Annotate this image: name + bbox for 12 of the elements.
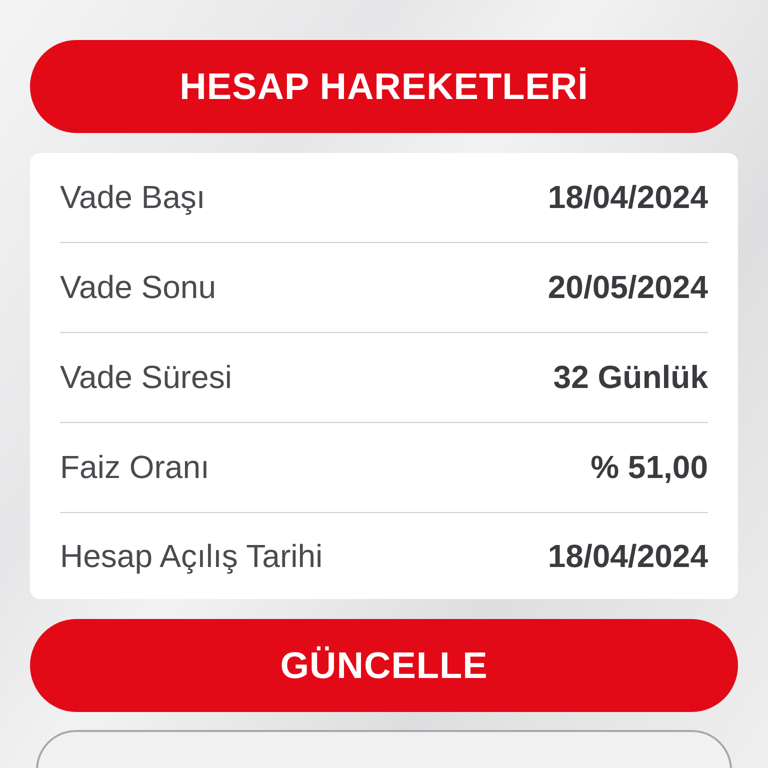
detail-label: Vade Başı [60,179,206,216]
detail-value: 18/04/2024 [548,179,708,216]
detail-value: 20/05/2024 [548,269,708,306]
detail-label: Faiz Oranı [60,449,210,486]
header-button[interactable]: HESAP HAREKETLERİ [30,40,738,133]
detail-value: 32 Günlük [553,359,708,396]
detail-label: Vade Süresi [60,359,232,396]
detail-label: Hesap Açılış Tarihi [60,538,323,574]
detail-value: % 51,00 [590,449,708,486]
detail-label: Vade Sonu [60,269,216,306]
detail-value: 18/04/2024 [548,538,708,574]
update-button[interactable]: GÜNCELLE [30,619,738,712]
